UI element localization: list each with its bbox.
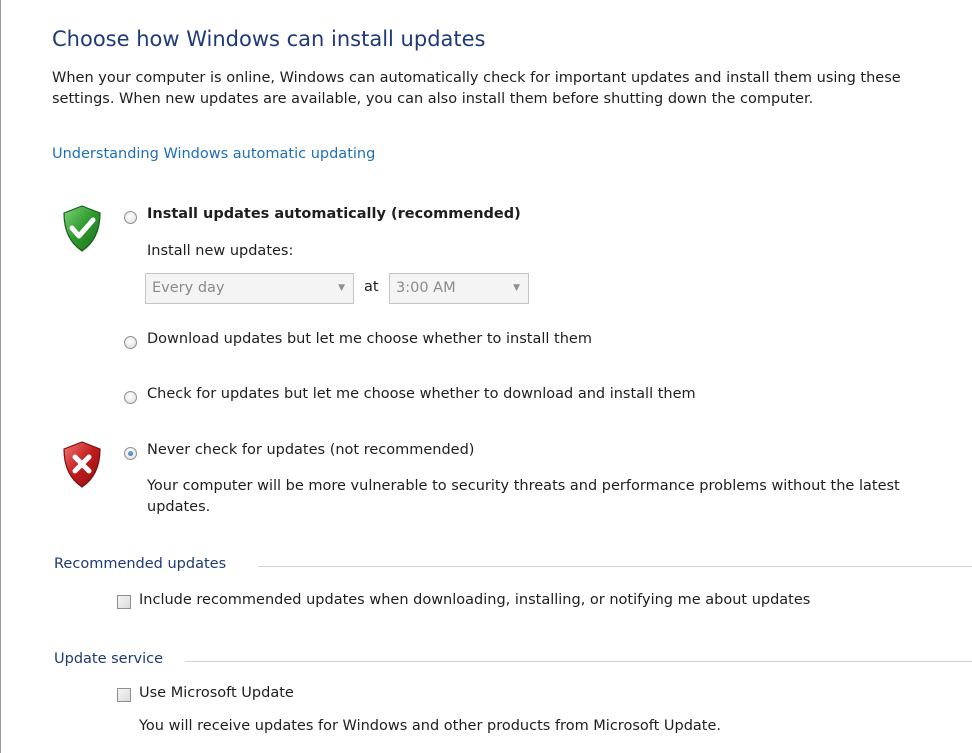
option-never-check-label: Never check for updates (not recommended… (147, 442, 475, 458)
chevron-down-icon: ▼ (338, 283, 345, 293)
microsoft-update-note: You will receive updates for Windows and… (139, 718, 722, 734)
recommended-updates-label: Include recommended updates when downloa… (139, 592, 811, 608)
install-new-updates-label: Install new updates: (147, 243, 294, 259)
time-select-value: 3:00 AM (396, 280, 456, 296)
never-check-warning: Your computer will be more vulnerable to… (147, 478, 900, 515)
day-select-value: Every day (152, 280, 225, 296)
shield-x-icon (60, 440, 104, 490)
update-service-divider (185, 661, 972, 662)
update-service-heading: Update service (54, 651, 164, 667)
option-download-updates-label: Download updates but let me choose wheth… (147, 331, 592, 347)
option-check-updates-label: Check for updates but let me choose whet… (147, 386, 696, 402)
time-select[interactable]: 3:00 AM ▼ (389, 273, 529, 304)
recommended-divider (258, 566, 972, 567)
page-title: Choose how Windows can install updates (52, 27, 486, 51)
day-select[interactable]: Every day ▼ (145, 273, 354, 304)
recommended-updates-heading: Recommended updates (54, 556, 227, 572)
radio-check-updates[interactable] (124, 391, 137, 404)
recommended-updates-checkbox[interactable] (117, 595, 131, 609)
shield-check-icon (60, 204, 104, 254)
help-link[interactable]: Understanding Windows automatic updating (52, 146, 375, 162)
microsoft-update-checkbox[interactable] (117, 688, 131, 702)
radio-never-check[interactable] (124, 447, 137, 460)
radio-download-updates[interactable] (124, 336, 137, 349)
chevron-down-icon: ▼ (513, 283, 520, 293)
at-label: at (364, 279, 379, 295)
window-left-border (0, 0, 1, 753)
option-install-automatically-label: Install updates automatically (recommend… (147, 206, 521, 222)
radio-install-automatically[interactable] (124, 211, 137, 224)
microsoft-update-label: Use Microsoft Update (139, 685, 294, 701)
page-description: When your computer is online, Windows ca… (52, 70, 901, 107)
